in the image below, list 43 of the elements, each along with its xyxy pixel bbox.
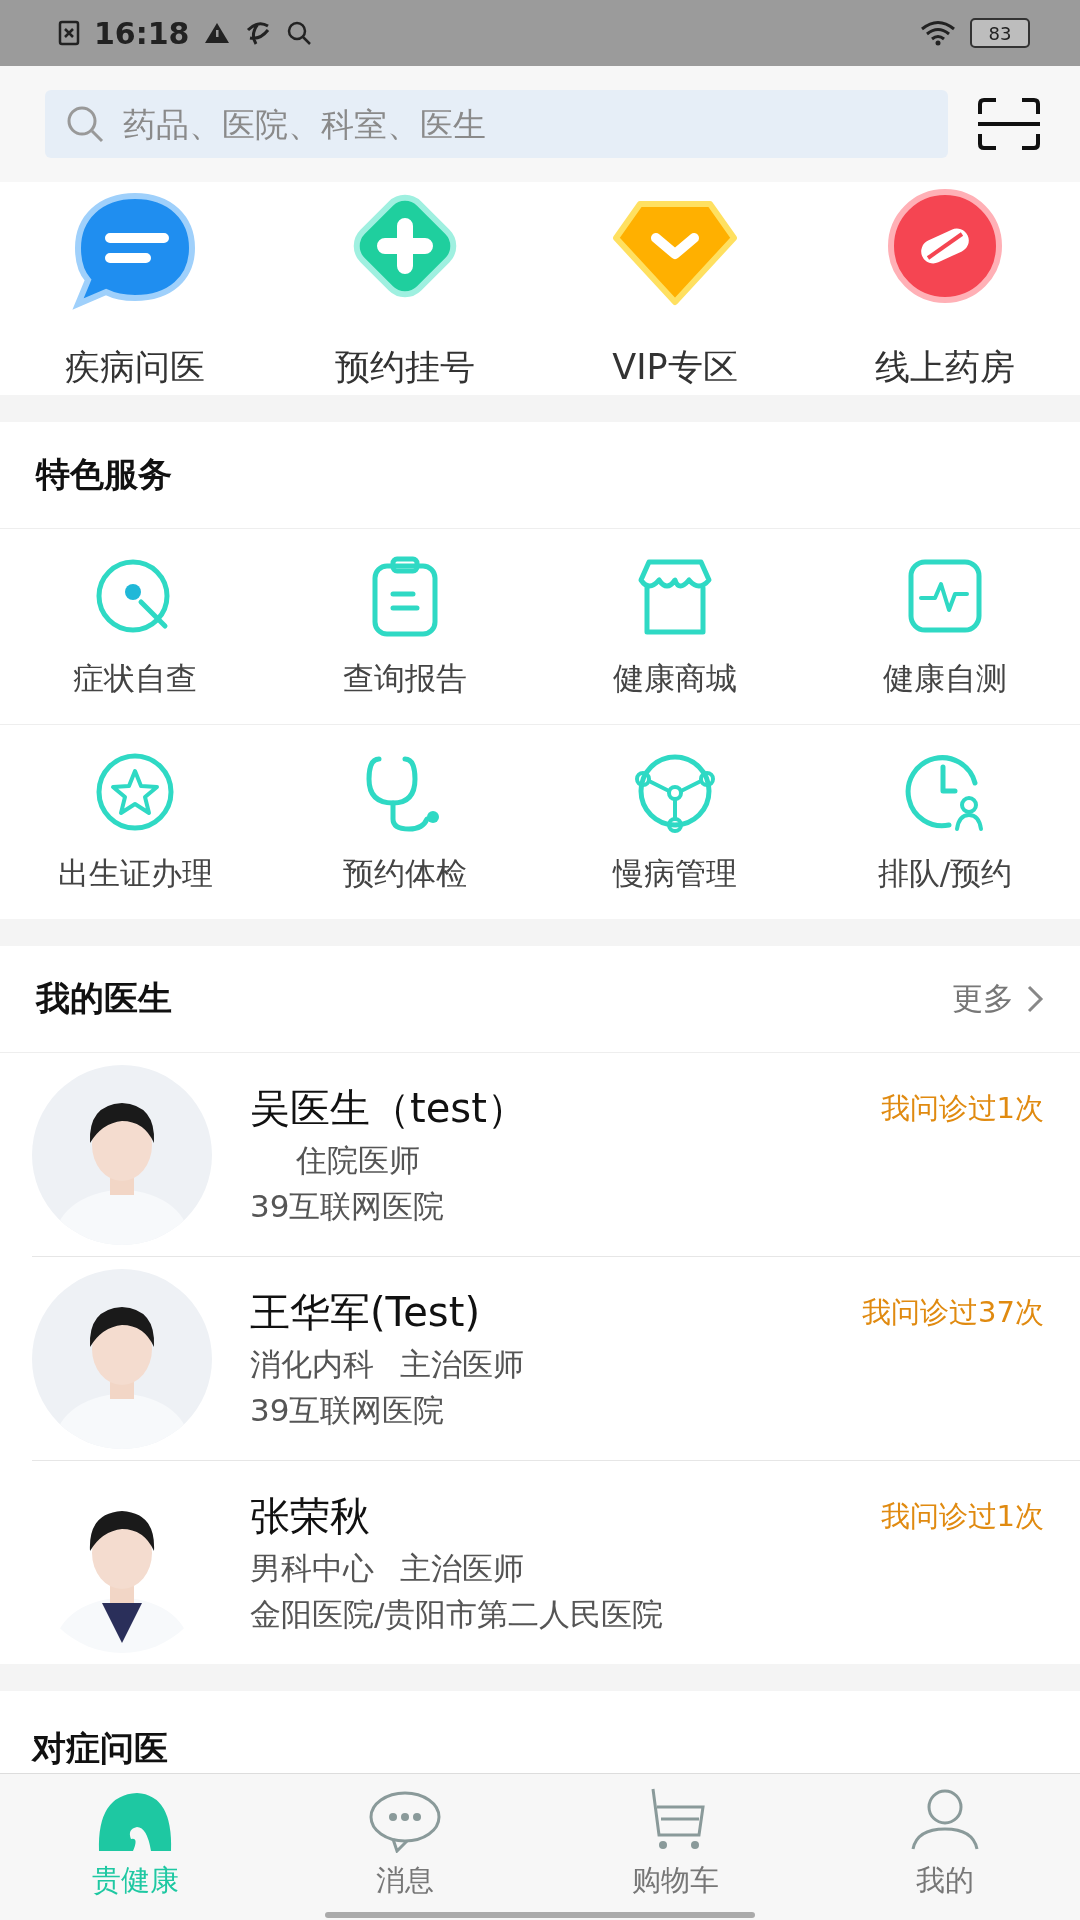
doctor-name: 王华军(Test) xyxy=(250,1288,480,1337)
quick-action[interactable]: 预约挂号 xyxy=(270,182,540,403)
tab-bar-item[interactable]: 消息 xyxy=(270,1774,540,1920)
scan-icon[interactable] xyxy=(978,98,1040,150)
service-item[interactable]: 健康自测 xyxy=(810,529,1080,724)
quick-action[interactable]: VIP专区 xyxy=(540,182,810,403)
more-link[interactable]: 更多 xyxy=(952,978,1044,1020)
search-icon xyxy=(285,20,312,46)
doctor-title: 住院医师 xyxy=(296,1141,420,1180)
doctor-hospital: 39互联网医院 xyxy=(250,1391,445,1430)
battery-indicator: 83 xyxy=(970,18,1030,48)
section-title: 特色服务 xyxy=(36,453,172,496)
doctor-hospital: 金阳医院/贵阳市第二人民医院 xyxy=(250,1595,664,1634)
section-title: 对症问医 xyxy=(32,1727,168,1769)
service-item[interactable]: 症状自查 xyxy=(0,529,270,724)
service-item[interactable]: 查询报告 xyxy=(270,529,540,724)
doctor-department: 消化内科 xyxy=(250,1345,374,1384)
wifi-icon xyxy=(920,20,956,46)
doctor-name: 吴医生（test） xyxy=(250,1084,527,1133)
warning-icon xyxy=(203,21,230,45)
search-field[interactable]: 药品、医院、科室、医生 xyxy=(45,90,948,158)
doctor-name: 张荣秋 xyxy=(250,1492,370,1541)
visit-count: 我问诊过37次 xyxy=(862,1293,1044,1331)
doctor-title: 主治医师 xyxy=(400,1345,524,1384)
service-item[interactable]: 出生证办理 xyxy=(0,724,270,919)
service-item[interactable]: 健康商城 xyxy=(540,529,810,724)
doctor-title: 主治医师 xyxy=(400,1549,524,1588)
tab-bar-item[interactable]: 我的 xyxy=(810,1774,1080,1920)
section-title: 我的医生 xyxy=(36,977,172,1020)
service-item[interactable]: 排队/预约 xyxy=(810,724,1080,919)
visit-count: 我问诊过1次 xyxy=(880,1497,1044,1535)
search-icon xyxy=(65,104,105,144)
service-item[interactable]: 慢病管理 xyxy=(540,724,810,919)
service-item[interactable]: 预约体检 xyxy=(270,724,540,919)
quick-action[interactable]: 线上药房 xyxy=(810,182,1080,403)
chevron-right-icon xyxy=(1026,984,1044,1014)
visit-count: 我问诊过1次 xyxy=(880,1089,1044,1127)
tab-bar-item[interactable]: 购物车 xyxy=(540,1774,810,1920)
status-time: 16:18 xyxy=(94,15,190,51)
doctor-department: 男科中心 xyxy=(250,1549,374,1588)
quick-action[interactable]: 疾病问医 xyxy=(0,182,270,403)
notification-icon xyxy=(58,20,80,46)
doctor-hospital: 39互联网医院 xyxy=(250,1187,445,1226)
